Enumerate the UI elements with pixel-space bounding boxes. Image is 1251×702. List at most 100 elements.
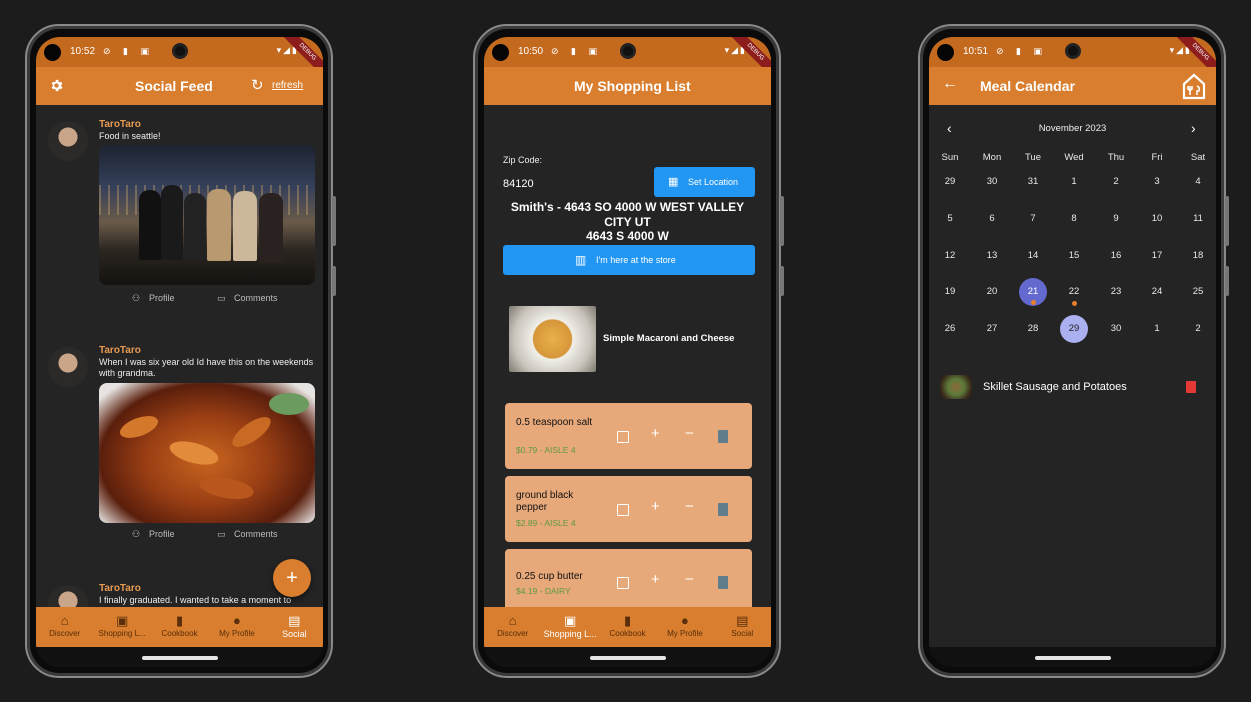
plus-icon[interactable]: + bbox=[651, 425, 660, 442]
trash-icon[interactable] bbox=[718, 430, 728, 443]
checkbox[interactable] bbox=[617, 431, 629, 443]
calendar-day[interactable]: 1 bbox=[1059, 172, 1089, 192]
nav-shopping-list[interactable]: ▣ Shopping L... bbox=[93, 607, 150, 647]
calendar-day[interactable]: 9 bbox=[1101, 209, 1131, 229]
kitchen-icon[interactable] bbox=[1181, 72, 1207, 100]
nav-discover[interactable]: ⌂ Discover bbox=[36, 607, 93, 647]
profile-button[interactable]: Profile bbox=[149, 529, 175, 539]
set-location-label: Set Location bbox=[688, 177, 739, 187]
nav-my-profile[interactable]: ● My Profile bbox=[208, 607, 265, 647]
calendar-day[interactable]: 4 bbox=[1183, 172, 1213, 192]
calendar-day[interactable]: 26 bbox=[935, 319, 965, 339]
next-month-icon[interactable]: › bbox=[1191, 120, 1196, 136]
calendar-day[interactable]: 28 bbox=[1018, 319, 1048, 339]
comments-button[interactable]: Comments bbox=[234, 529, 278, 539]
calendar-day[interactable]: 2 bbox=[1183, 319, 1213, 339]
post-username[interactable]: TaroTaro bbox=[99, 583, 141, 594]
comment-icon[interactable]: ▭ bbox=[217, 529, 226, 540]
back-arrow-icon[interactable]: ← bbox=[942, 75, 958, 93]
calendar-day[interactable]: 14 bbox=[1018, 246, 1048, 266]
post-image[interactable] bbox=[99, 145, 315, 285]
calendar-day[interactable]: 29 bbox=[935, 172, 965, 192]
calendar-day[interactable]: 11 bbox=[1183, 209, 1213, 229]
recipe-image[interactable] bbox=[509, 306, 596, 372]
building-icon: ▦ bbox=[668, 176, 679, 188]
avatar[interactable] bbox=[48, 347, 88, 387]
home-indicator[interactable] bbox=[590, 656, 666, 660]
ingredient-name: 0.25 cup butter bbox=[516, 571, 583, 582]
feed-icon: ▤ bbox=[736, 613, 749, 628]
home-indicator[interactable] bbox=[142, 656, 218, 660]
refresh-icon[interactable]: ↻ bbox=[251, 76, 264, 94]
calendar-day[interactable]: 24 bbox=[1142, 282, 1172, 302]
camera-cutout bbox=[937, 44, 954, 61]
post-username[interactable]: TaroTaro bbox=[99, 119, 141, 130]
minus-icon[interactable]: − bbox=[685, 498, 694, 515]
gear-icon[interactable] bbox=[49, 78, 64, 93]
calendar-day[interactable]: 12 bbox=[935, 246, 965, 266]
calendar-day[interactable]: 19 bbox=[935, 282, 965, 302]
calendar-day[interactable]: 18 bbox=[1183, 246, 1213, 266]
profile-icon[interactable]: ⚇ bbox=[132, 293, 140, 304]
profile-icon[interactable]: ⚇ bbox=[132, 529, 140, 540]
calendar-day[interactable]: 31 bbox=[1018, 172, 1048, 192]
calendar-day[interactable]: 6 bbox=[977, 209, 1007, 229]
nav-discover[interactable]: ⌂ Discover bbox=[484, 607, 541, 647]
trash-icon[interactable] bbox=[718, 503, 728, 516]
avatar[interactable] bbox=[48, 121, 88, 161]
calendar-day[interactable]: 10 bbox=[1142, 209, 1172, 229]
volume-button bbox=[332, 196, 336, 246]
nav-social[interactable]: ▤ Social bbox=[266, 607, 323, 647]
plus-icon[interactable]: + bbox=[651, 571, 660, 588]
nav-my-profile[interactable]: ● My Profile bbox=[656, 607, 713, 647]
calendar-day[interactable]: 8 bbox=[1059, 209, 1089, 229]
calendar-day[interactable]: 5 bbox=[935, 209, 965, 229]
weekday-label: Fri bbox=[1151, 152, 1163, 163]
checkbox[interactable] bbox=[617, 577, 629, 589]
calendar-day[interactable]: 25 bbox=[1183, 282, 1213, 302]
calendar-day[interactable]: 17 bbox=[1142, 246, 1172, 266]
profile-button[interactable]: Profile bbox=[149, 293, 175, 303]
calendar-day[interactable]: 13 bbox=[977, 246, 1007, 266]
calendar-day[interactable]: 2 bbox=[1101, 172, 1131, 192]
calendar-week: 5 6 7 8 9 10 11 bbox=[929, 209, 1216, 229]
meal-list-item[interactable]: Skillet Sausage and Potatoes bbox=[929, 375, 1216, 401]
calendar-day[interactable]: 23 bbox=[1101, 282, 1131, 302]
nav-cookbook[interactable]: ▮ Cookbook bbox=[151, 607, 208, 647]
calendar-day[interactable]: 30 bbox=[977, 172, 1007, 192]
calendar-day[interactable]: 15 bbox=[1059, 246, 1089, 266]
post-text: I finally graduated. I wanted to take a … bbox=[99, 595, 292, 605]
set-location-button[interactable]: ▦ Set Location bbox=[654, 167, 755, 197]
home-indicator[interactable] bbox=[1035, 656, 1111, 660]
minus-icon[interactable]: − bbox=[685, 571, 694, 588]
zip-field[interactable]: 84120 bbox=[503, 178, 534, 190]
calendar-day[interactable]: 30 bbox=[1101, 319, 1131, 339]
comment-icon[interactable]: ▭ bbox=[217, 293, 226, 304]
calendar-day[interactable]: 3 bbox=[1142, 172, 1172, 192]
comments-button[interactable]: Comments bbox=[234, 293, 278, 303]
nav-shopping-list[interactable]: ▣ Shopping L... bbox=[541, 607, 598, 647]
checkbox[interactable] bbox=[617, 504, 629, 516]
trash-icon[interactable] bbox=[1186, 381, 1196, 393]
calendar-day[interactable]: 20 bbox=[977, 282, 1007, 302]
power-button bbox=[1225, 266, 1229, 296]
calendar-day[interactable]: 1 bbox=[1142, 319, 1172, 339]
recipe-name[interactable]: Simple Macaroni and Cheese bbox=[603, 333, 734, 344]
add-post-button[interactable]: + bbox=[273, 559, 311, 597]
calendar-week: 19 20 21 22 23 24 25 bbox=[929, 278, 1216, 306]
volume-button bbox=[780, 196, 784, 246]
calendar-day[interactable]: 27 bbox=[977, 319, 1007, 339]
at-store-button[interactable]: ▥ I'm here at the store bbox=[503, 245, 755, 275]
nav-social[interactable]: ▤ Social bbox=[714, 607, 771, 647]
nav-cookbook[interactable]: ▮ Cookbook bbox=[599, 607, 656, 647]
trash-icon[interactable] bbox=[718, 576, 728, 589]
post-username[interactable]: TaroTaro bbox=[99, 345, 141, 356]
refresh-button[interactable]: refresh bbox=[272, 80, 303, 91]
plus-icon[interactable]: + bbox=[651, 498, 660, 515]
calendar-day[interactable]: 22 bbox=[1059, 282, 1089, 302]
calendar-day-today[interactable]: 29 bbox=[1060, 315, 1088, 343]
calendar-day[interactable]: 16 bbox=[1101, 246, 1131, 266]
post-image[interactable] bbox=[99, 383, 315, 523]
calendar-day[interactable]: 7 bbox=[1018, 209, 1048, 229]
minus-icon[interactable]: − bbox=[685, 425, 694, 442]
